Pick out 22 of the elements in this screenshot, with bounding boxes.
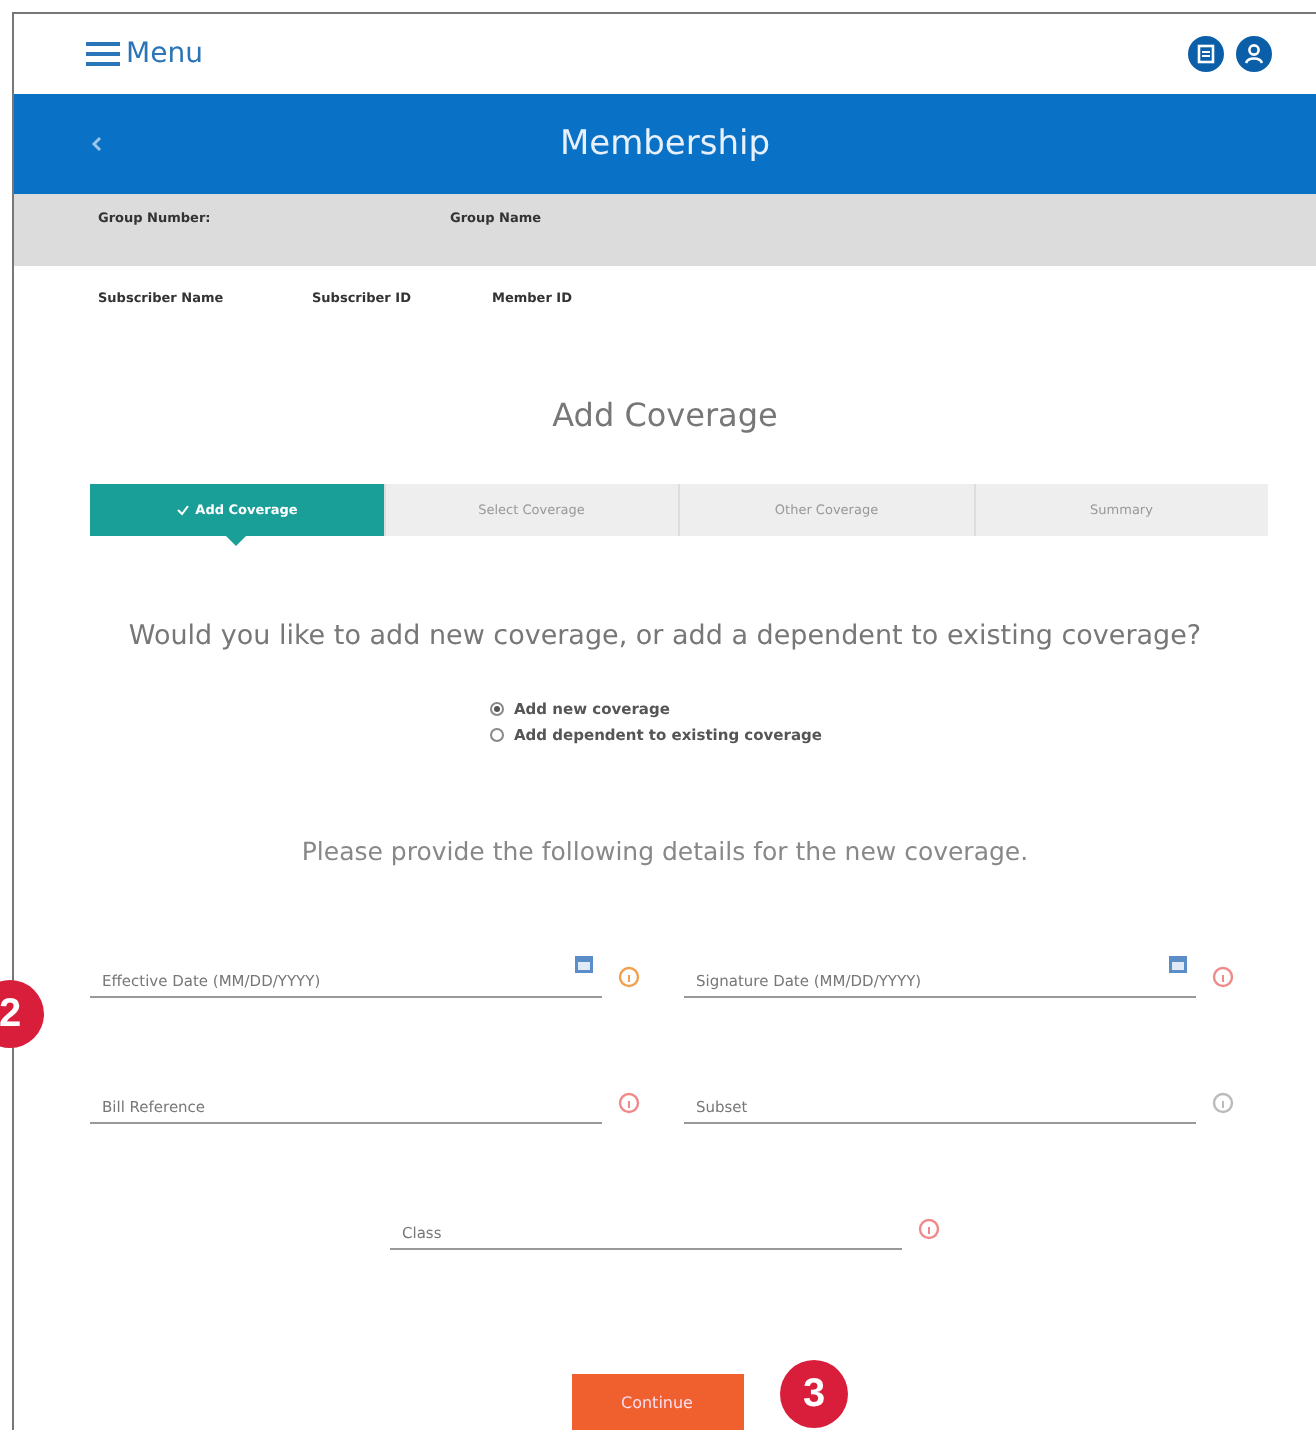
info-icon[interactable] — [1212, 966, 1234, 988]
menu-icon — [86, 42, 120, 66]
menu-button[interactable]: Menu — [86, 38, 203, 70]
info-icon[interactable] — [618, 1092, 640, 1114]
check-icon — [175, 504, 190, 517]
question-text: Would you like to add new coverage, or add a dependent to existing coverage? — [126, 620, 1204, 652]
callout-badge: 3 — [780, 1360, 848, 1428]
callout-badge: 2 — [0, 980, 44, 1048]
page-title: Membership — [559, 123, 771, 164]
instruction-text: Please provide the following details for the new coverage. — [299, 836, 1031, 866]
info-icon[interactable] — [1212, 1092, 1234, 1114]
user-icon[interactable] — [1236, 36, 1272, 72]
continue-button[interactable]: Continue — [571, 1374, 743, 1430]
section-title: Add Coverage — [550, 396, 780, 435]
radio-icon[interactable] — [490, 702, 504, 716]
calendar-icon[interactable] — [574, 954, 594, 974]
radio-icon[interactable] — [490, 728, 504, 742]
document-icon[interactable] — [1188, 36, 1224, 72]
info-icon[interactable] — [618, 966, 640, 988]
calendar-icon[interactable] — [1168, 954, 1188, 974]
step-pointer — [226, 536, 247, 546]
info-icon[interactable] — [918, 1218, 940, 1240]
